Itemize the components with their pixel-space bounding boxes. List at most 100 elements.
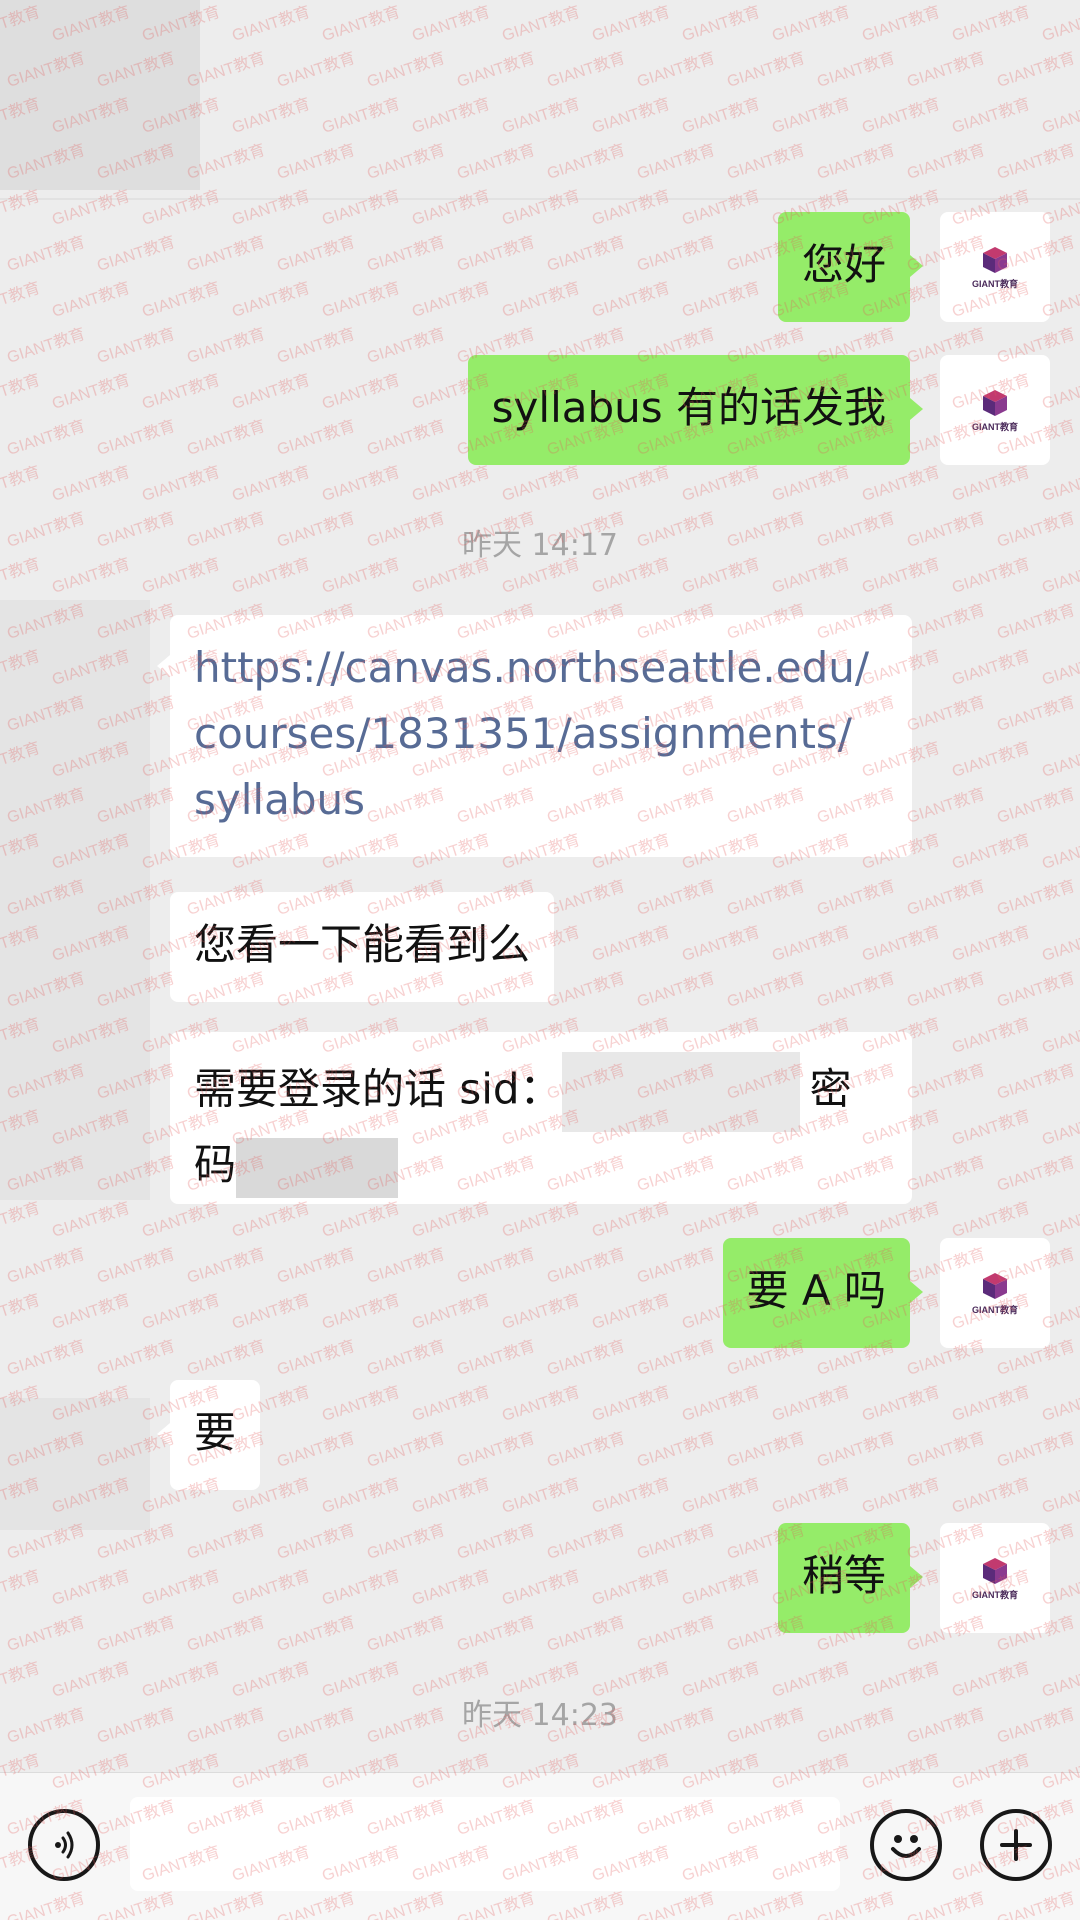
watermark-text: GIANT教育 (995, 141, 1078, 183)
watermark-text: GIANT教育 (185, 1245, 268, 1287)
sent-message-bubble[interactable]: 稍等 (777, 1523, 910, 1633)
bubble-tail (157, 655, 170, 677)
watermark-text: GIANT教育 (680, 463, 763, 505)
message-input[interactable] (130, 1797, 840, 1891)
watermark-text: GIANT教育 (770, 3, 853, 45)
watermark-text: GIANT教育 (95, 1613, 178, 1655)
watermark-text: GIANT教育 (95, 1245, 178, 1287)
sent-message-bubble[interactable]: 您好 (777, 212, 910, 322)
watermark-text: GIANT教育 (725, 969, 808, 1011)
watermark-text: GIANT教育 (5, 1245, 88, 1287)
watermark-text: GIANT教育 (905, 1061, 988, 1103)
watermark-text: GIANT教育 (635, 1245, 718, 1287)
watermark-text: GIANT教育 (860, 3, 943, 45)
watermark-text: GIANT教育 (455, 141, 538, 183)
watermark-text: GIANT教育 (680, 1475, 763, 1517)
message-link-line[interactable]: https://canvas.northseattle.edu/ (194, 635, 888, 701)
message-text: 需要登录的话 sid： (194, 1064, 562, 1114)
watermark-text: GIANT教育 (815, 49, 898, 91)
bubble-tail (910, 398, 923, 420)
received-message-bubble[interactable]: 需要登录的话 sid： 密 码 (170, 1032, 912, 1204)
redacted-password (236, 1137, 399, 1198)
watermark-text: GIANT教育 (635, 1521, 718, 1563)
received-message-bubble[interactable]: 要 (170, 1380, 261, 1490)
watermark-text: GIANT教育 (590, 187, 673, 229)
watermark-text: GIANT教育 (365, 1613, 448, 1655)
watermark-text: GIANT教育 (365, 1245, 448, 1287)
watermark-text: GIANT教育 (500, 187, 583, 229)
watermark-text: GIANT教育 (590, 3, 673, 45)
watermark-text: GIANT教育 (995, 1429, 1078, 1471)
my-avatar[interactable]: GIANT教育 (940, 212, 1050, 322)
watermark-text: GIANT教育 (320, 1567, 403, 1609)
watermark-text: GIANT教育 (500, 1383, 583, 1425)
watermark-text: GIANT教育 (185, 1613, 268, 1655)
watermark-text: GIANT教育 (320, 3, 403, 45)
watermark-text: GIANT教育 (275, 1337, 358, 1379)
emoji-icon (891, 1835, 921, 1858)
watermark-text: GIANT教育 (500, 279, 583, 321)
sent-message-bubble[interactable]: 要 A 吗 (722, 1238, 910, 1348)
redacted-contact-avatar[interactable] (0, 600, 150, 1200)
watermark-text: GIANT教育 (545, 877, 628, 919)
watermark-text: GIANT教育 (545, 1521, 628, 1563)
watermark-text: GIANT教育 (680, 1383, 763, 1425)
received-link-bubble[interactable]: https://canvas.northseattle.edu/ courses… (170, 615, 912, 857)
watermark-text: GIANT教育 (275, 1429, 358, 1471)
plus-button[interactable] (980, 1809, 1052, 1881)
my-avatar[interactable]: GIANT教育 (940, 355, 1050, 465)
watermark-text: GIANT教育 (995, 877, 1078, 919)
watermark-text: GIANT教育 (230, 371, 313, 413)
watermark-text: GIANT教育 (140, 279, 223, 321)
watermark-text: GIANT教育 (500, 1567, 583, 1609)
emoji-button[interactable] (870, 1809, 942, 1881)
watermark-text: GIANT教育 (950, 1107, 1033, 1149)
message-link-line[interactable]: courses/1831351/assignments/ (194, 701, 888, 767)
message-text: syllabus 有的话发我 (491, 383, 886, 432)
watermark-text: GIANT教育 (635, 877, 718, 919)
watermark-text: GIANT教育 (680, 3, 763, 45)
watermark-text: GIANT教育 (275, 417, 358, 459)
watermark-text: GIANT教育 (860, 923, 943, 965)
watermark-text: GIANT教育 (0, 1291, 43, 1333)
brand-logo-icon (983, 389, 1007, 416)
watermark-text: GIANT教育 (770, 923, 853, 965)
watermark-text: GIANT教育 (410, 3, 493, 45)
watermark-text: GIANT教育 (950, 647, 1033, 689)
watermark-text: GIANT教育 (815, 877, 898, 919)
watermark-text: GIANT教育 (5, 325, 88, 367)
watermark-text: GIANT教育 (905, 1153, 988, 1195)
watermark-text: GIANT教育 (230, 3, 313, 45)
message-text: 要 (194, 1408, 237, 1457)
voice-button[interactable] (28, 1809, 100, 1881)
my-avatar[interactable]: GIANT教育 (940, 1238, 1050, 1348)
watermark-text: GIANT教育 (230, 1291, 313, 1333)
sent-message-bubble[interactable]: syllabus 有的话发我 (467, 355, 910, 465)
watermark-text: GIANT教育 (635, 969, 718, 1011)
message-text: 要 A 吗 (746, 1266, 886, 1315)
watermark-text: GIANT教育 (50, 463, 133, 505)
received-message-bubble[interactable]: 您看一下能看到么 (170, 892, 555, 1002)
redacted-contact-avatar[interactable] (0, 1398, 150, 1530)
message-link-line[interactable]: syllabus (194, 767, 888, 833)
watermark-text: GIANT教育 (230, 279, 313, 321)
watermark-text: GIANT教育 (320, 371, 403, 413)
watermark-text: GIANT教育 (455, 233, 538, 275)
watermark-text: GIANT教育 (950, 95, 1033, 137)
watermark-text: GIANT教育 (545, 969, 628, 1011)
watermark-text: GIANT教育 (680, 95, 763, 137)
watermark-text: GIANT教育 (275, 233, 358, 275)
chat-screen: 您好 GIANT教育 syllabus 有的话发我 GIANT教育 昨天 14:… (0, 0, 1080, 1920)
watermark-text: GIANT教育 (545, 1245, 628, 1287)
avatar-brand-text: GIANT教育 (972, 421, 1018, 432)
my-avatar[interactable]: GIANT教育 (940, 1523, 1050, 1633)
watermark-text: GIANT教育 (0, 371, 43, 413)
watermark-text: GIANT教育 (995, 1153, 1078, 1195)
watermark-text: GIANT教育 (410, 1475, 493, 1517)
message-text: 码 (194, 1140, 237, 1189)
watermark-text: GIANT教育 (410, 1291, 493, 1333)
header-divider (0, 198, 1080, 200)
avatar-brand-text: GIANT教育 (972, 1304, 1018, 1315)
redacted-header-area (0, 0, 200, 190)
watermark-text: GIANT教育 (635, 1429, 718, 1471)
